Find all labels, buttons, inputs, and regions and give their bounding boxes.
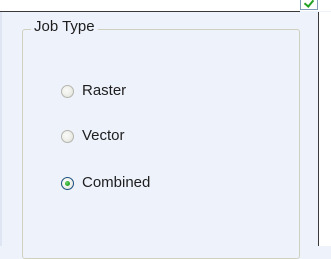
top-divider <box>0 11 300 12</box>
radio-option-combined[interactable]: Combined <box>61 173 150 193</box>
top-area <box>0 0 331 11</box>
right-panel <box>318 12 331 246</box>
top-checkbox[interactable] <box>300 0 318 10</box>
radio-button-raster[interactable] <box>61 84 74 98</box>
job-type-title: Job Type <box>31 17 98 37</box>
radio-selected-dot-icon <box>65 180 70 186</box>
radio-label-combined: Combined <box>82 174 151 191</box>
radio-label-vector: Vector <box>82 127 125 144</box>
radio-label-raster: Raster <box>82 82 127 99</box>
radio-button-vector[interactable] <box>61 129 74 143</box>
right-divider <box>318 12 319 246</box>
radio-option-raster[interactable]: Raster <box>61 81 126 101</box>
radio-button-combined[interactable] <box>61 176 74 190</box>
left-border <box>0 12 2 246</box>
radio-option-vector[interactable]: Vector <box>61 126 125 146</box>
